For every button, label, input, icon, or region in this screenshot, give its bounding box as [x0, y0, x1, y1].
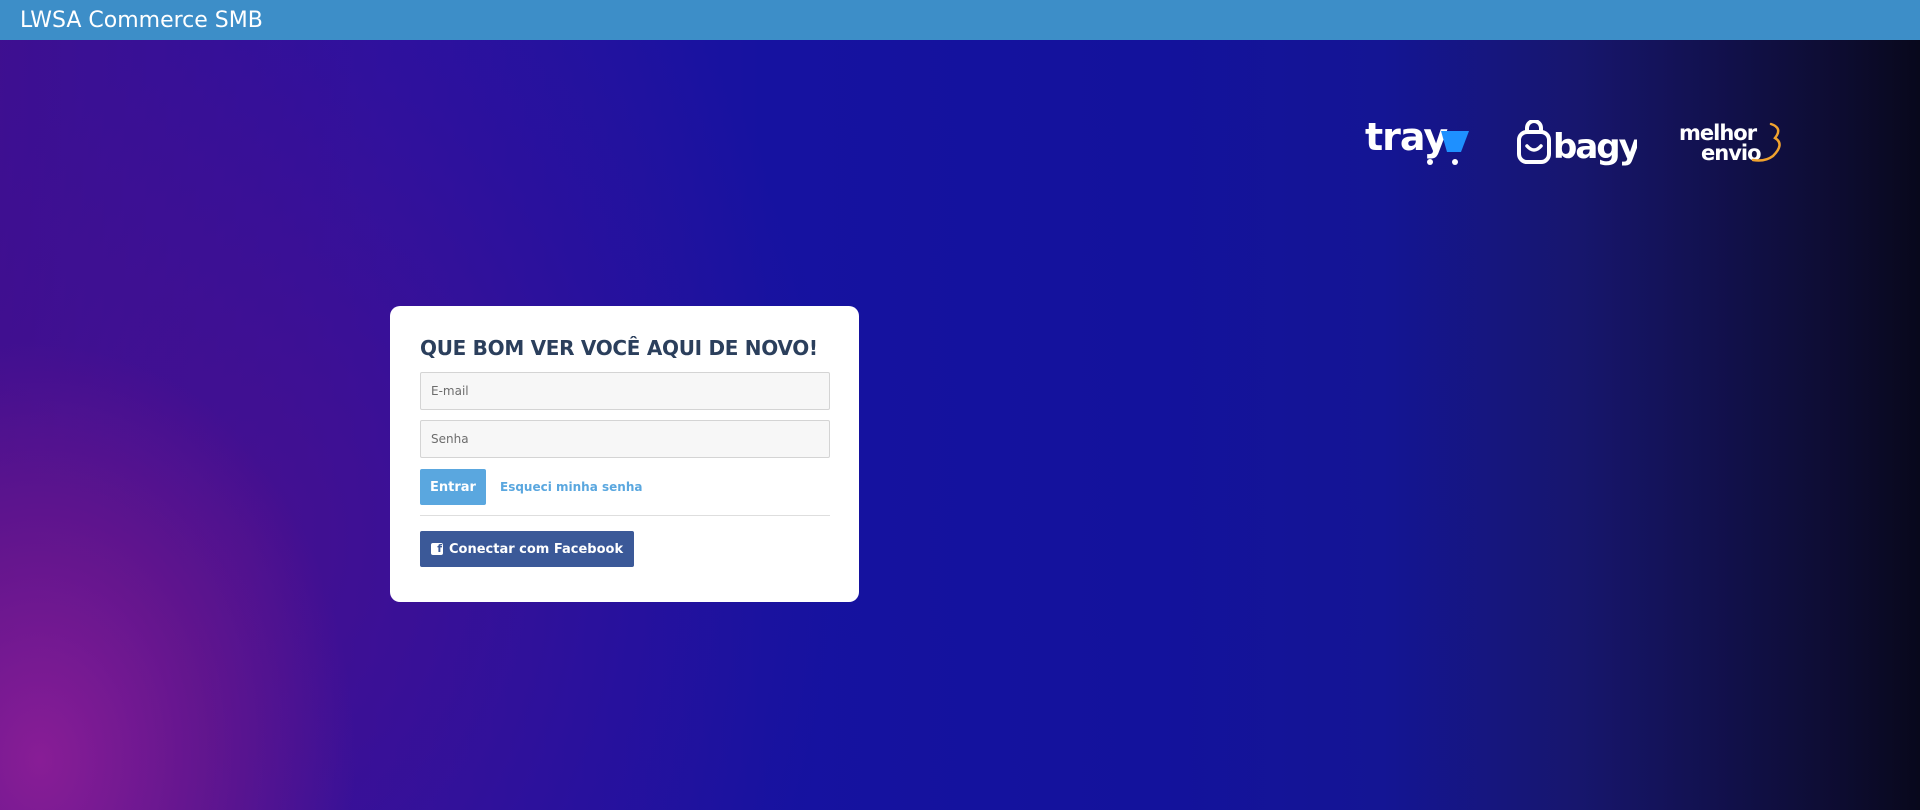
forgot-password-link[interactable]: Esqueci minha senha	[500, 480, 642, 494]
melhor-envio-logo: melhor envio	[1679, 121, 1781, 165]
tray-logo-text: tray	[1365, 120, 1448, 159]
melhor-logo-bottom-text: envio	[1701, 141, 1761, 165]
tray-cart-wheel-right	[1452, 159, 1458, 165]
email-input[interactable]	[420, 372, 830, 410]
login-card: QUE BOM VER VOCÊ AQUI DE NOVO! Entrar Es…	[390, 306, 859, 602]
login-actions: Entrar Esqueci minha senha	[420, 469, 829, 505]
login-title: QUE BOM VER VOCÊ AQUI DE NOVO!	[420, 336, 818, 360]
tray-logo: tray	[1365, 120, 1469, 165]
facebook-connect-button[interactable]: f Conectar com Facebook	[420, 531, 635, 567]
partner-logos: tray bagy melhor envio	[1365, 118, 1789, 174]
bagy-logo-text: bagy	[1553, 127, 1637, 167]
facebook-button-label: Conectar com Facebook	[449, 541, 624, 557]
bagy-logo: bagy	[1517, 120, 1637, 167]
bagy-smile-icon	[1525, 144, 1543, 152]
tray-cart-wheel-left	[1427, 159, 1433, 165]
password-input[interactable]	[420, 420, 830, 458]
enter-button[interactable]: Entrar	[420, 469, 486, 505]
facebook-icon: f	[431, 543, 443, 555]
top-bar: LWSA Commerce SMB	[0, 0, 1920, 40]
divider	[420, 515, 830, 516]
app-title: LWSA Commerce SMB	[20, 7, 263, 33]
